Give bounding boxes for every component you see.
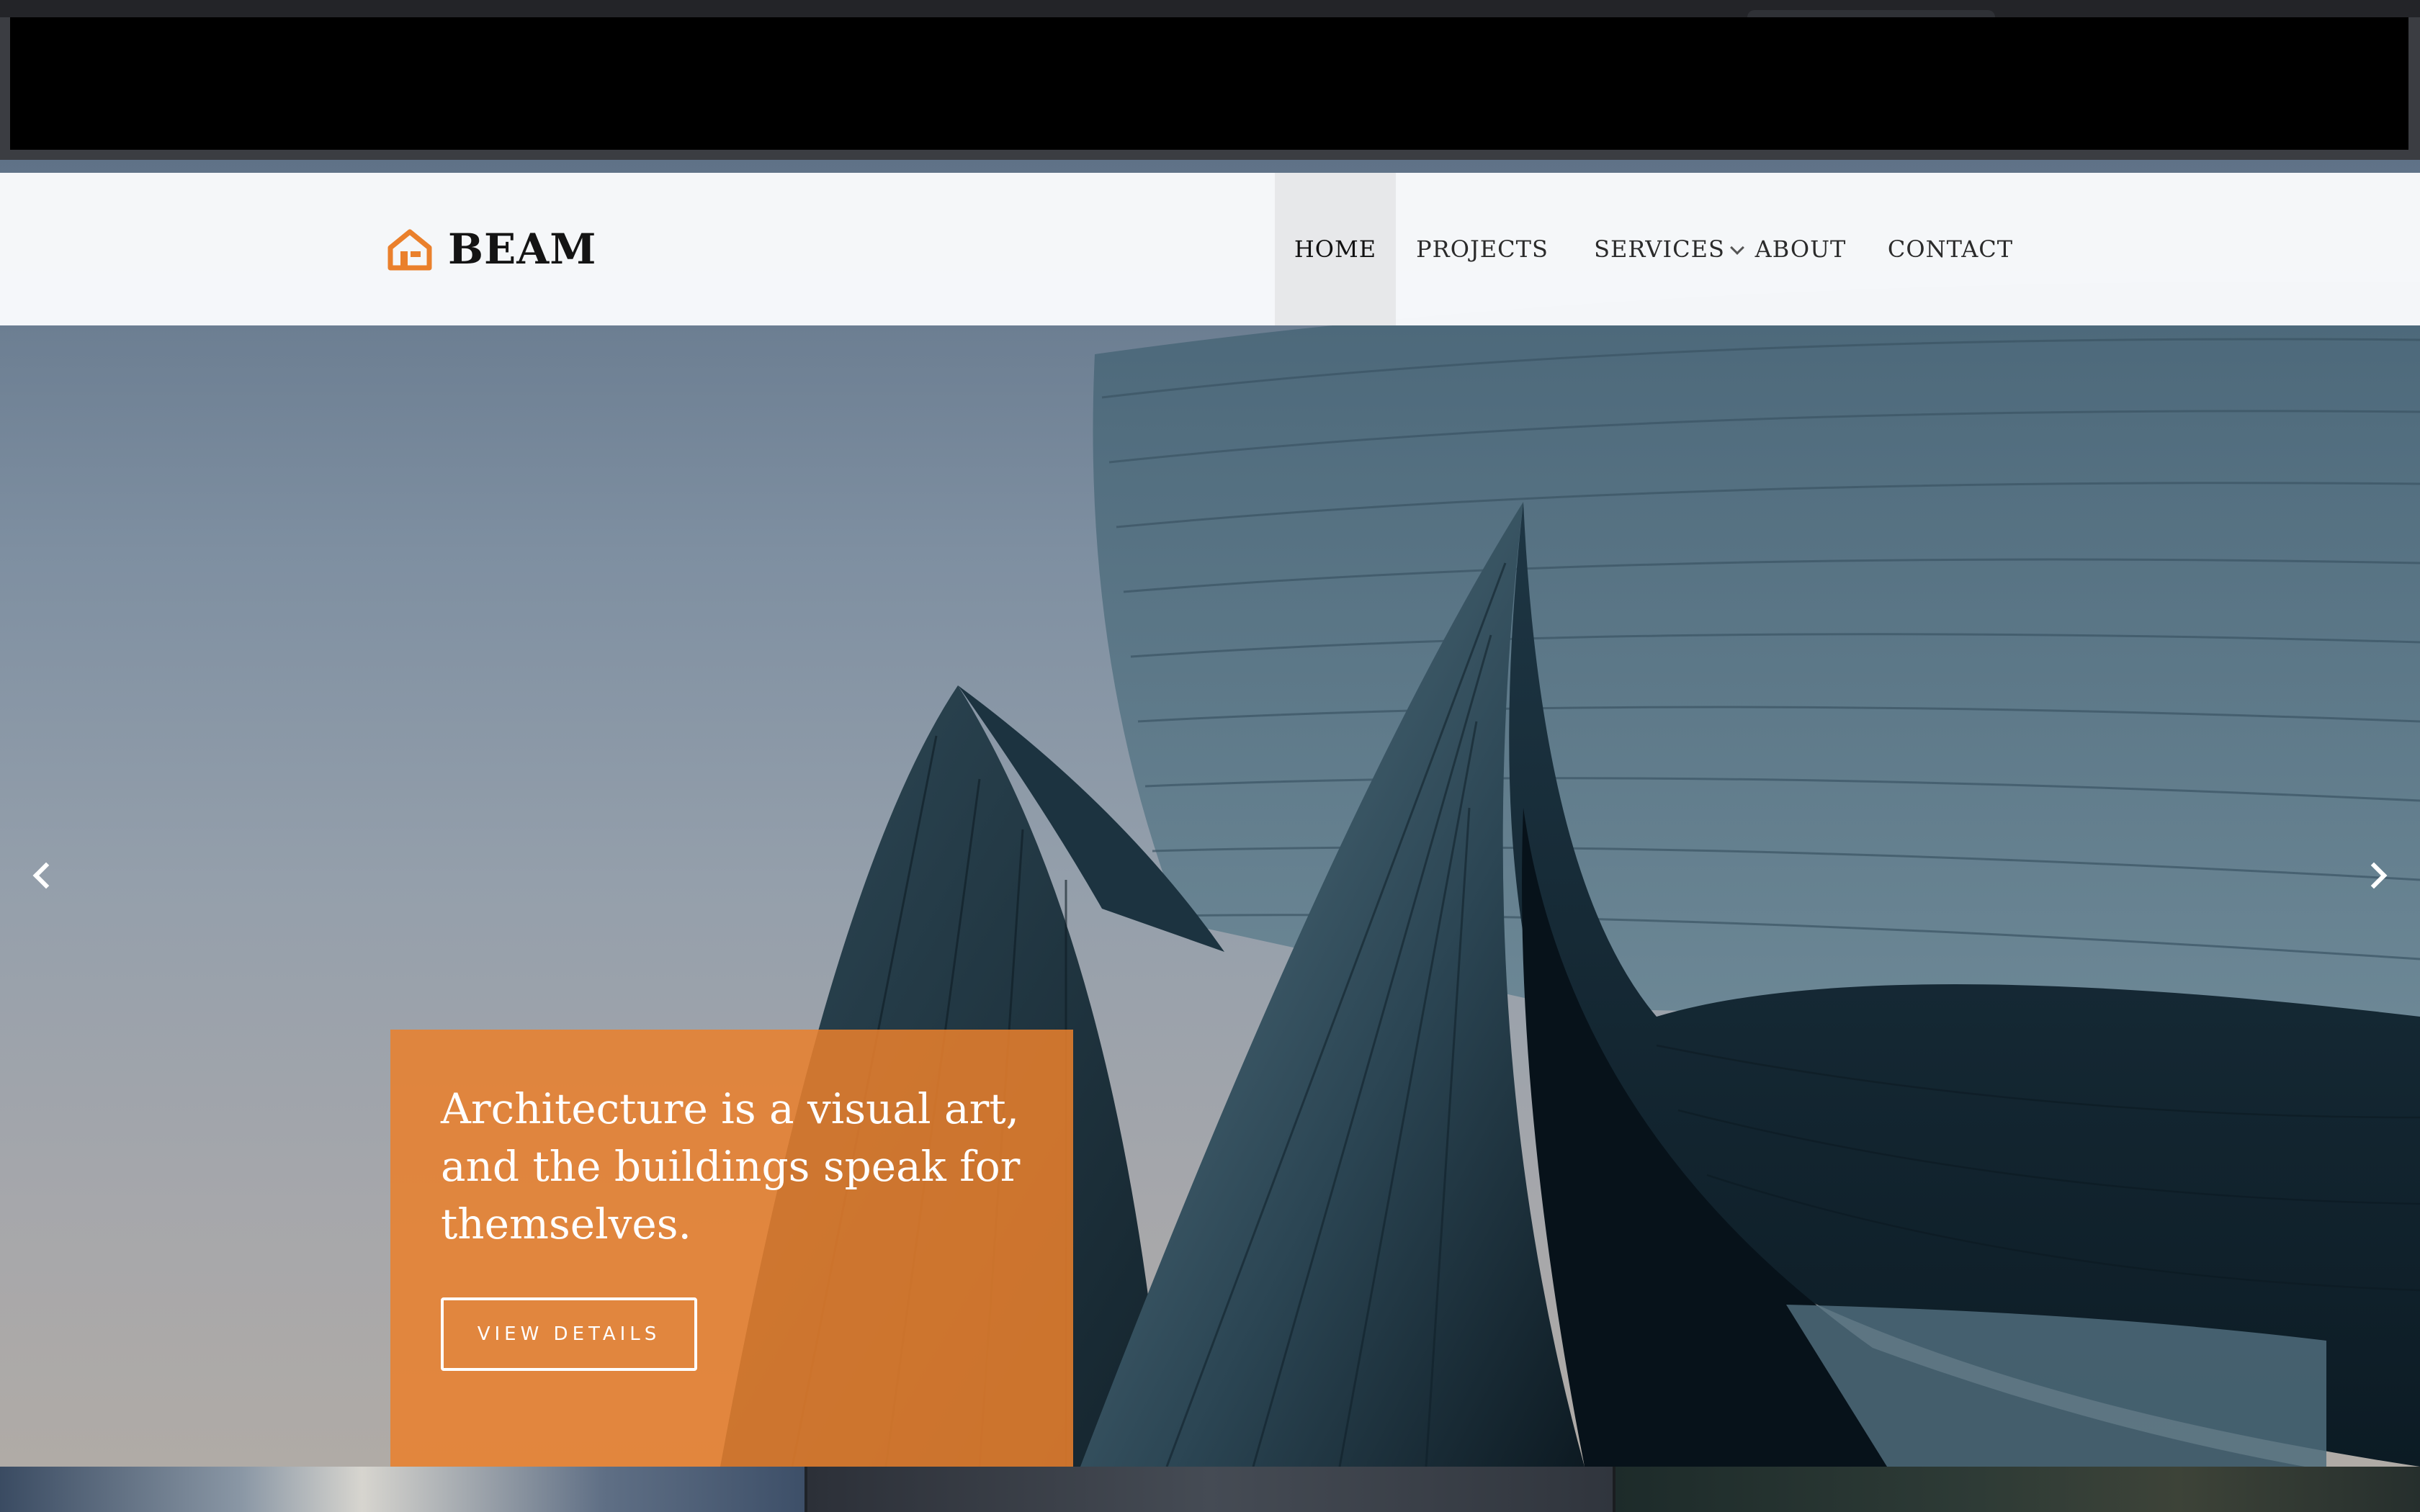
house-icon — [387, 229, 432, 271]
slide-caption-text: Architecture is a visual art, and the bu… — [441, 1084, 1021, 1248]
slider-next-button[interactable] — [2357, 854, 2400, 897]
nav-about[interactable]: ABOUT — [1750, 173, 1851, 325]
browser-tab-strip — [0, 0, 2420, 17]
top-navbar — [0, 173, 2420, 325]
slider-prev-button[interactable] — [20, 854, 63, 897]
project-thumbnail[interactable] — [805, 1467, 1613, 1512]
nav-contact-label: CONTACT — [1887, 235, 2014, 263]
chevron-right-icon — [2360, 862, 2388, 889]
browser-chrome — [0, 0, 2420, 173]
nav-home[interactable]: HOME — [1275, 173, 1396, 325]
project-thumbnail[interactable] — [0, 1467, 805, 1512]
hero-building-image — [720, 282, 2420, 1467]
nav-projects-label: PROJECTS — [1416, 235, 1549, 263]
nav-projects[interactable]: PROJECTS — [1410, 173, 1554, 325]
nav-home-label: HOME — [1294, 235, 1377, 263]
slide-caption: Architecture is a visual art, and the bu… — [390, 1030, 1073, 1467]
nav-contact[interactable]: CONTACT — [1878, 173, 2022, 325]
brand-name: BEAM — [448, 225, 597, 274]
nav-services[interactable]: SERVICES — [1582, 173, 1754, 325]
view-details-button[interactable]: VIEW DETAILS — [441, 1297, 697, 1371]
chevron-left-icon — [32, 862, 60, 889]
project-thumbnails — [0, 1467, 2420, 1512]
redacted-browser-toolbar — [10, 17, 2408, 150]
nav-about-label: ABOUT — [1754, 235, 1847, 263]
project-thumbnail[interactable] — [1612, 1467, 2420, 1512]
nav-services-label: SERVICES — [1594, 235, 1725, 263]
brand-logo[interactable]: BEAM — [386, 220, 596, 278]
chevron-down-icon — [1729, 240, 1744, 255]
hero-slider — [0, 160, 2420, 1467]
